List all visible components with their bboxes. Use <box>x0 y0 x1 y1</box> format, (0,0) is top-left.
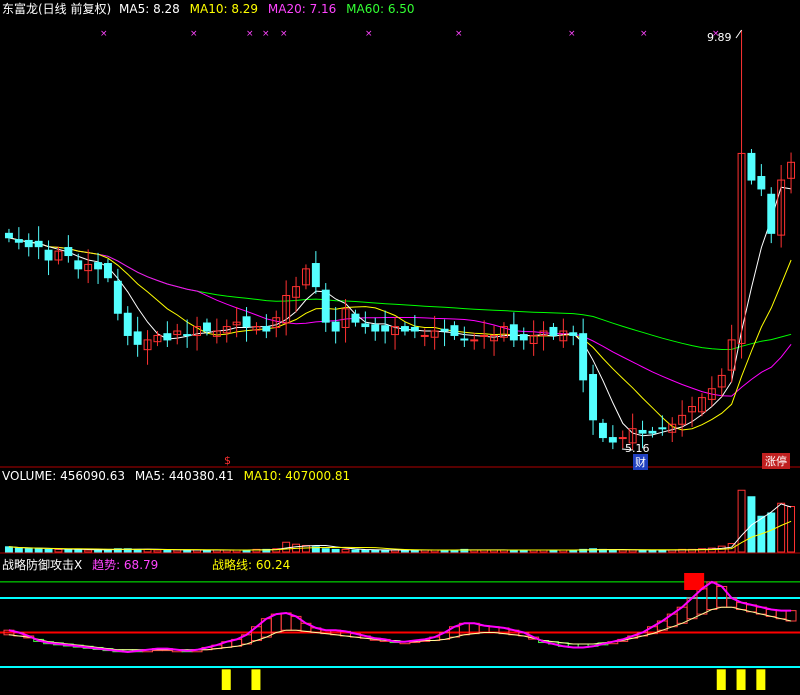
volume-header: VOLUME: 456090.63 MA5: 440380.41 MA10: 4… <box>2 469 350 483</box>
candle-body <box>757 176 766 190</box>
candle-body <box>618 437 627 440</box>
volume-readout: VOLUME: 456090.63 <box>2 469 125 483</box>
candle-body <box>4 232 13 239</box>
candle-body <box>410 326 419 332</box>
volume-bar <box>34 548 43 553</box>
candle-body <box>648 430 657 434</box>
candle-body <box>123 312 132 336</box>
volume-bar <box>64 548 73 553</box>
volume-bar <box>321 548 330 553</box>
marker-x: × <box>246 29 254 39</box>
candle-body <box>163 333 172 341</box>
candle-body <box>74 260 83 270</box>
candle-body <box>420 334 429 337</box>
marker-x: × <box>365 29 373 39</box>
candle-body <box>24 239 33 248</box>
marker-x: × <box>262 29 270 39</box>
candle-body <box>133 331 142 345</box>
signal-bar <box>221 669 231 690</box>
stock-name-title: 东富龙(日线 前复权) <box>2 2 112 16</box>
candle-body <box>183 334 192 337</box>
candle-body <box>569 332 578 336</box>
peak-signal-block <box>684 573 705 590</box>
volume-bar <box>767 512 776 553</box>
candle-body <box>549 326 558 336</box>
volume-bar <box>371 549 380 553</box>
volume-bar <box>747 496 756 553</box>
candle-body <box>598 422 607 439</box>
volume-ma5-readout: MA5: 440380.41 <box>134 469 234 483</box>
candle-body <box>400 326 409 332</box>
cai-badge[interactable]: 财 <box>633 454 648 470</box>
candle-body <box>242 316 251 328</box>
candle-body <box>94 262 103 270</box>
candle-body <box>351 313 360 323</box>
ma60-readout: MA60: 6.50 <box>346 2 415 16</box>
zhang-ting-badge[interactable]: 涨停 <box>762 453 790 469</box>
candle-body <box>638 429 647 434</box>
candle-body <box>747 152 756 181</box>
high-price-label: 9.89 <box>707 31 732 44</box>
candle-body <box>767 193 776 234</box>
event-dollar-mark[interactable]: $ <box>224 454 231 467</box>
candle-body <box>440 328 449 332</box>
volume-bar <box>351 549 360 553</box>
candle-body <box>34 240 43 248</box>
candle-body <box>44 249 53 261</box>
strategy-line-readout: 战略线: 60.24 <box>212 558 291 572</box>
volume-bar <box>24 548 33 553</box>
candle-body <box>608 437 617 443</box>
candle-body <box>103 263 112 279</box>
volume-bar <box>331 548 340 553</box>
volume-bar <box>361 549 370 553</box>
candle-body <box>311 263 320 288</box>
stock-chart: × × × × × × × × × × <box>0 0 800 695</box>
marker-x: × <box>100 29 108 39</box>
candle-body <box>371 324 380 332</box>
signal-bar <box>251 669 261 690</box>
marker-x: × <box>455 29 463 39</box>
candle-body <box>589 374 598 421</box>
ma5-readout: MA5: 8.28 <box>119 2 180 16</box>
trend-readout: 趋势: 68.79 <box>92 558 159 572</box>
candle-body <box>361 323 370 328</box>
volume-bar <box>44 548 53 553</box>
signal-bar <box>736 669 746 690</box>
marker-x: × <box>190 29 198 39</box>
candle-body <box>579 333 588 381</box>
volume-bar <box>4 546 13 553</box>
candle-body <box>321 289 330 323</box>
candle-body <box>480 334 489 337</box>
candle-body <box>450 325 459 336</box>
signal-bar <box>756 669 766 690</box>
candle-body <box>381 325 390 332</box>
candle-body <box>262 326 271 332</box>
candle-body <box>460 338 469 341</box>
candle-body <box>202 322 211 332</box>
candle-body <box>113 280 122 314</box>
volume-bar <box>163 549 172 553</box>
signal-bar <box>716 669 726 690</box>
candle-body <box>658 427 667 430</box>
indicator-header: 战略防御攻击X 趋势: 68.79 <box>2 556 158 573</box>
chart-background <box>0 0 800 695</box>
indicator-name: 战略防御攻击X <box>2 558 83 572</box>
price-header: 东富龙(日线 前复权) MA5: 8.28 MA10: 8.29 MA20: 7… <box>2 0 415 17</box>
marker-x: × <box>280 29 288 39</box>
ma20-readout: MA20: 7.16 <box>267 2 337 16</box>
candle-body <box>519 334 528 341</box>
candle-body <box>470 339 479 342</box>
marker-x: × <box>640 29 648 39</box>
ma10-readout: MA10: 8.29 <box>189 2 259 16</box>
candle-body <box>509 324 518 341</box>
candle-body <box>331 321 340 332</box>
volume-bar <box>14 547 23 553</box>
candle-body <box>64 247 73 257</box>
candle-body <box>14 239 23 243</box>
marker-x: × <box>568 29 576 39</box>
volume-bar <box>94 549 103 553</box>
volume-ma10-readout: MA10: 407000.81 <box>243 469 351 483</box>
volume-bar <box>608 549 617 553</box>
